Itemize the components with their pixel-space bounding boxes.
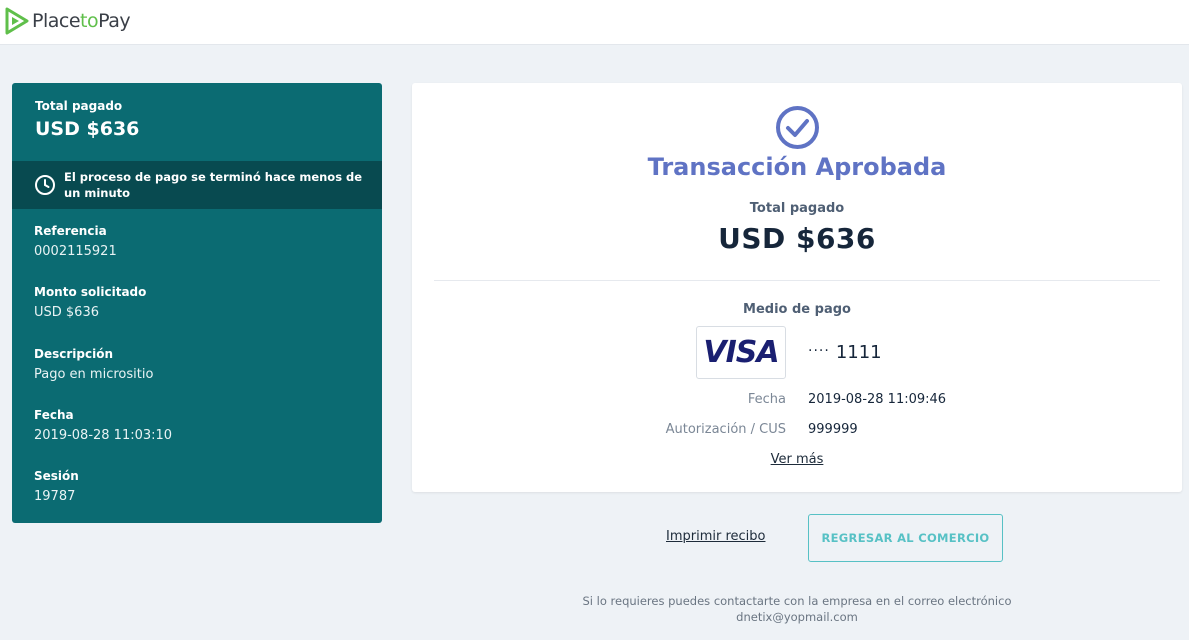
- sidebar-total-value: USD $636: [35, 118, 140, 140]
- sidebar-item-label: Sesión: [34, 469, 79, 484]
- sidebar-total: Total pagado USD $636: [12, 83, 382, 161]
- card-dots: ····: [808, 343, 830, 359]
- sidebar-item-value: 2019-08-28 11:03:10: [34, 427, 173, 443]
- card-last4: 1111: [835, 342, 882, 363]
- card-total-value: USD $636: [718, 222, 876, 255]
- placetopay-logo[interactable]: PlacetoPay: [4, 6, 131, 36]
- masked-card-number: ···· 1111: [808, 342, 882, 363]
- sidebar-total-label: Total pagado: [35, 99, 123, 113]
- contact-text: Si lo requieres puedes contactarte con l…: [582, 594, 1012, 608]
- contact-email[interactable]: dnetix@yopmail.com: [497, 609, 1097, 625]
- sidebar-item-monto: Monto solicitado USD $636: [34, 285, 364, 346]
- check-circle-icon: [776, 106, 819, 149]
- sidebar-item-descripcion: Descripción Pago en micrositio: [34, 347, 364, 408]
- sidebar-item-sesion: Sesión 19787: [34, 469, 364, 530]
- authorization-label: Autorización / CUS: [665, 422, 786, 437]
- clock-icon: [35, 175, 55, 195]
- date-label: Fecha: [747, 392, 786, 407]
- divider: [434, 280, 1160, 281]
- play-logo-icon: [5, 7, 29, 35]
- sidebar-item-label: Referencia: [34, 224, 107, 238]
- card-brand-logo: VISA: [696, 326, 786, 379]
- logo-text: PlacetoPay: [32, 10, 131, 32]
- sidebar-item-value: 0002115921: [34, 244, 117, 259]
- sidebar-item-label: Descripción: [34, 346, 113, 361]
- authorization-value: 999999: [808, 422, 858, 437]
- sidebar-item-label: Monto solicitado: [34, 285, 147, 300]
- sidebar-item-value: 19787: [34, 489, 76, 505]
- payment-method-label: Medio de pago: [743, 302, 851, 317]
- notice-text: El proceso de pago se terminó hace menos…: [64, 170, 363, 200]
- transaction-result-card: Transacción Aprobada Total pagado USD $6…: [412, 83, 1182, 492]
- sidebar-item-value: Pago en micrositio: [34, 366, 154, 382]
- sidebar-item-value: USD $636: [34, 305, 99, 321]
- see-more-row: Ver más: [412, 452, 1182, 467]
- top-bar: PlacetoPay: [0, 0, 1189, 45]
- process-notice: El proceso de pago se terminó hace menos…: [12, 161, 382, 209]
- sidebar-item-referencia: Referencia 0002115921: [34, 224, 364, 285]
- see-more-link[interactable]: Ver más: [771, 452, 824, 467]
- transaction-status-title: Transacción Aprobada: [647, 153, 947, 181]
- sidebar-item-fecha: Fecha 2019-08-28 11:03:10: [34, 408, 364, 469]
- transaction-summary-panel: Total pagado USD $636 El proceso de pago…: [12, 83, 382, 523]
- date-value: 2019-08-28 11:09:46: [808, 392, 947, 407]
- print-receipt-link[interactable]: Imprimir recibo: [666, 529, 765, 544]
- visa-logo-text: VISA: [703, 335, 779, 370]
- contact-footer: Si lo requieres puedes contactarte con l…: [497, 593, 1097, 625]
- sidebar-details: Referencia 0002115921 Monto solicitado U…: [34, 224, 364, 530]
- sidebar-item-label: Fecha: [34, 407, 74, 422]
- return-to-merchant-button[interactable]: REGRESAR AL COMERCIO: [808, 514, 1003, 562]
- card-total-label: Total pagado: [749, 201, 845, 216]
